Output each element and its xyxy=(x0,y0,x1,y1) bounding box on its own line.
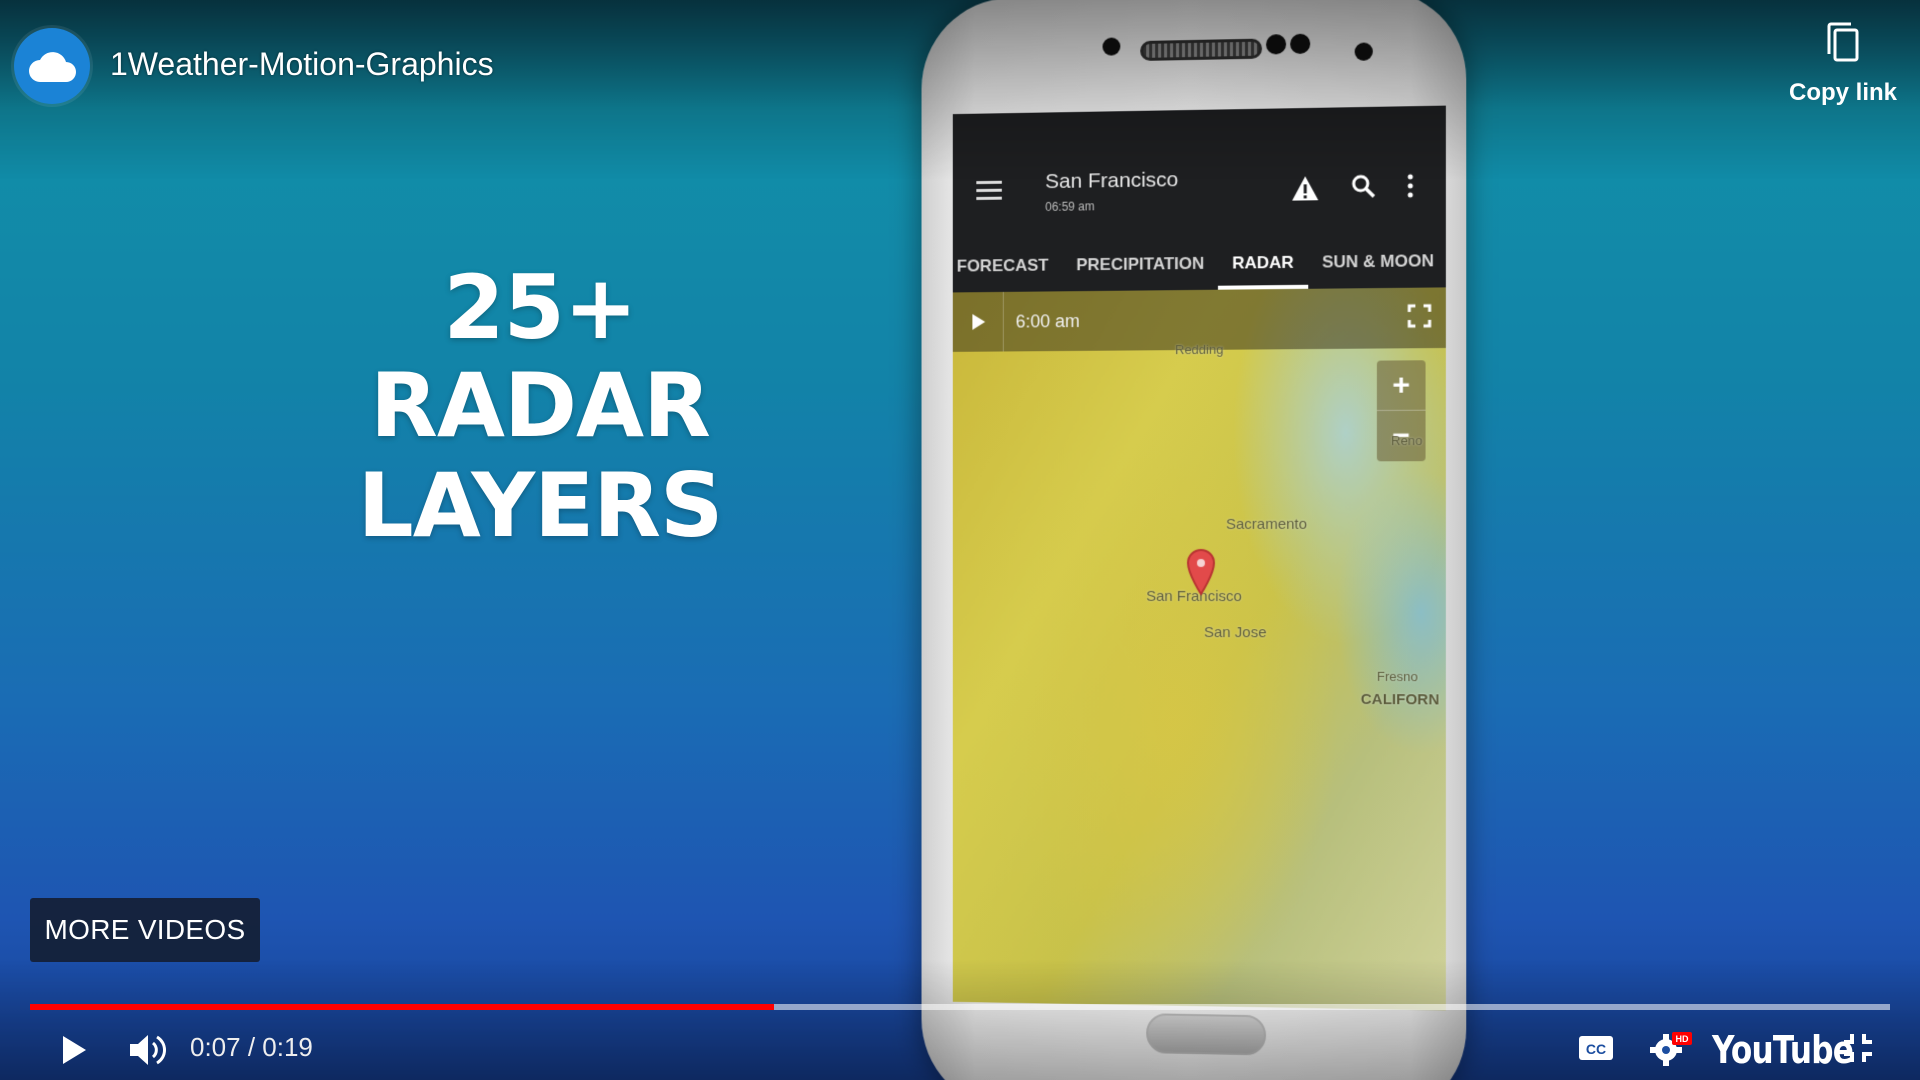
phone-sensor xyxy=(1290,34,1310,54)
svg-text:CC: CC xyxy=(1586,1041,1606,1057)
alert-icon[interactable] xyxy=(1290,174,1320,203)
captions-icon: CC xyxy=(1578,1034,1614,1062)
app-bar: San Francisco 06:59 am FORECAST PRECIPIT… xyxy=(953,106,1446,293)
progress-played xyxy=(30,1004,774,1010)
play-icon xyxy=(60,1034,88,1066)
tab-precipitation[interactable]: PRECIPITATION xyxy=(1062,242,1218,292)
volume-icon xyxy=(128,1032,168,1068)
copy-icon xyxy=(1823,22,1863,66)
phone-front-camera xyxy=(1103,37,1121,55)
phone-speaker xyxy=(1140,39,1262,61)
city-time: 06:59 am xyxy=(1045,199,1094,214)
more-options-icon[interactable] xyxy=(1405,173,1415,199)
gear-icon: HD xyxy=(1648,1030,1692,1066)
phone-mockup: San Francisco 06:59 am FORECAST PRECIPIT… xyxy=(922,0,1467,1080)
tab-radar[interactable]: RADAR xyxy=(1218,241,1308,290)
fullscreen-icon[interactable] xyxy=(1407,304,1431,328)
place-label: CALIFORN xyxy=(1361,691,1440,709)
map-time: 6:00 am xyxy=(1016,311,1080,332)
exit-fullscreen-icon xyxy=(1842,1032,1874,1064)
city-name[interactable]: San Francisco xyxy=(1045,168,1178,194)
radar-map[interactable]: 6:00 am + − Redding Reno Sacramento San … xyxy=(953,287,1446,1010)
headline-radar: RADAR xyxy=(330,356,750,456)
progress-bar[interactable] xyxy=(30,1004,1890,1010)
headline: 25+ RADAR LAYERS xyxy=(330,260,750,556)
play-icon xyxy=(970,313,986,331)
place-label: Redding xyxy=(1175,342,1223,357)
captions-button[interactable]: CC xyxy=(1576,1028,1616,1068)
place-label: San Jose xyxy=(1204,624,1267,641)
video-title[interactable]: 1Weather-Motion-Graphics xyxy=(110,46,494,83)
copy-link-button[interactable]: Copy link xyxy=(1788,22,1898,107)
copy-link-label: Copy link xyxy=(1788,79,1898,107)
phone-sensor xyxy=(1266,34,1286,54)
youtube-logo[interactable]: YouTube xyxy=(1712,1028,1853,1072)
place-label: Reno xyxy=(1391,433,1423,448)
location-pin-icon[interactable] xyxy=(1186,548,1216,596)
zoom-in-button[interactable]: + xyxy=(1377,360,1426,411)
player-controls: 0:07 / 0:19 CC HD YouTube xyxy=(0,1020,1920,1080)
phone-sensor xyxy=(1355,42,1373,60)
headline-layers: LAYERS xyxy=(330,456,750,556)
app-tabs: FORECAST PRECIPITATION RADAR SUN & MOON xyxy=(953,239,1446,293)
more-videos-button[interactable]: MORE VIDEOS xyxy=(30,898,260,962)
tab-forecast[interactable]: FORECAST xyxy=(953,244,1063,293)
tab-sun-moon[interactable]: SUN & MOON xyxy=(1308,239,1446,289)
channel-avatar[interactable] xyxy=(14,28,90,104)
exit-fullscreen-button[interactable] xyxy=(1838,1028,1878,1068)
video-player[interactable]: 1Weather-Motion-Graphics Copy link 25+ R… xyxy=(0,0,1920,1080)
menu-icon[interactable] xyxy=(976,181,1002,201)
settings-button[interactable]: HD xyxy=(1646,1028,1694,1068)
place-label: Fresno xyxy=(1377,669,1418,684)
volume-button[interactable] xyxy=(126,1028,170,1072)
play-button[interactable] xyxy=(54,1028,94,1072)
phone-screen: San Francisco 06:59 am FORECAST PRECIPIT… xyxy=(953,106,1446,1011)
map-play-button[interactable] xyxy=(953,292,1004,352)
headline-count: 25+ xyxy=(330,260,750,356)
place-label: Sacramento xyxy=(1226,516,1307,533)
time-display: 0:07 / 0:19 xyxy=(190,1032,313,1063)
cloud-icon xyxy=(26,48,78,84)
search-icon[interactable] xyxy=(1351,173,1377,200)
hd-badge: HD xyxy=(1676,1034,1689,1044)
